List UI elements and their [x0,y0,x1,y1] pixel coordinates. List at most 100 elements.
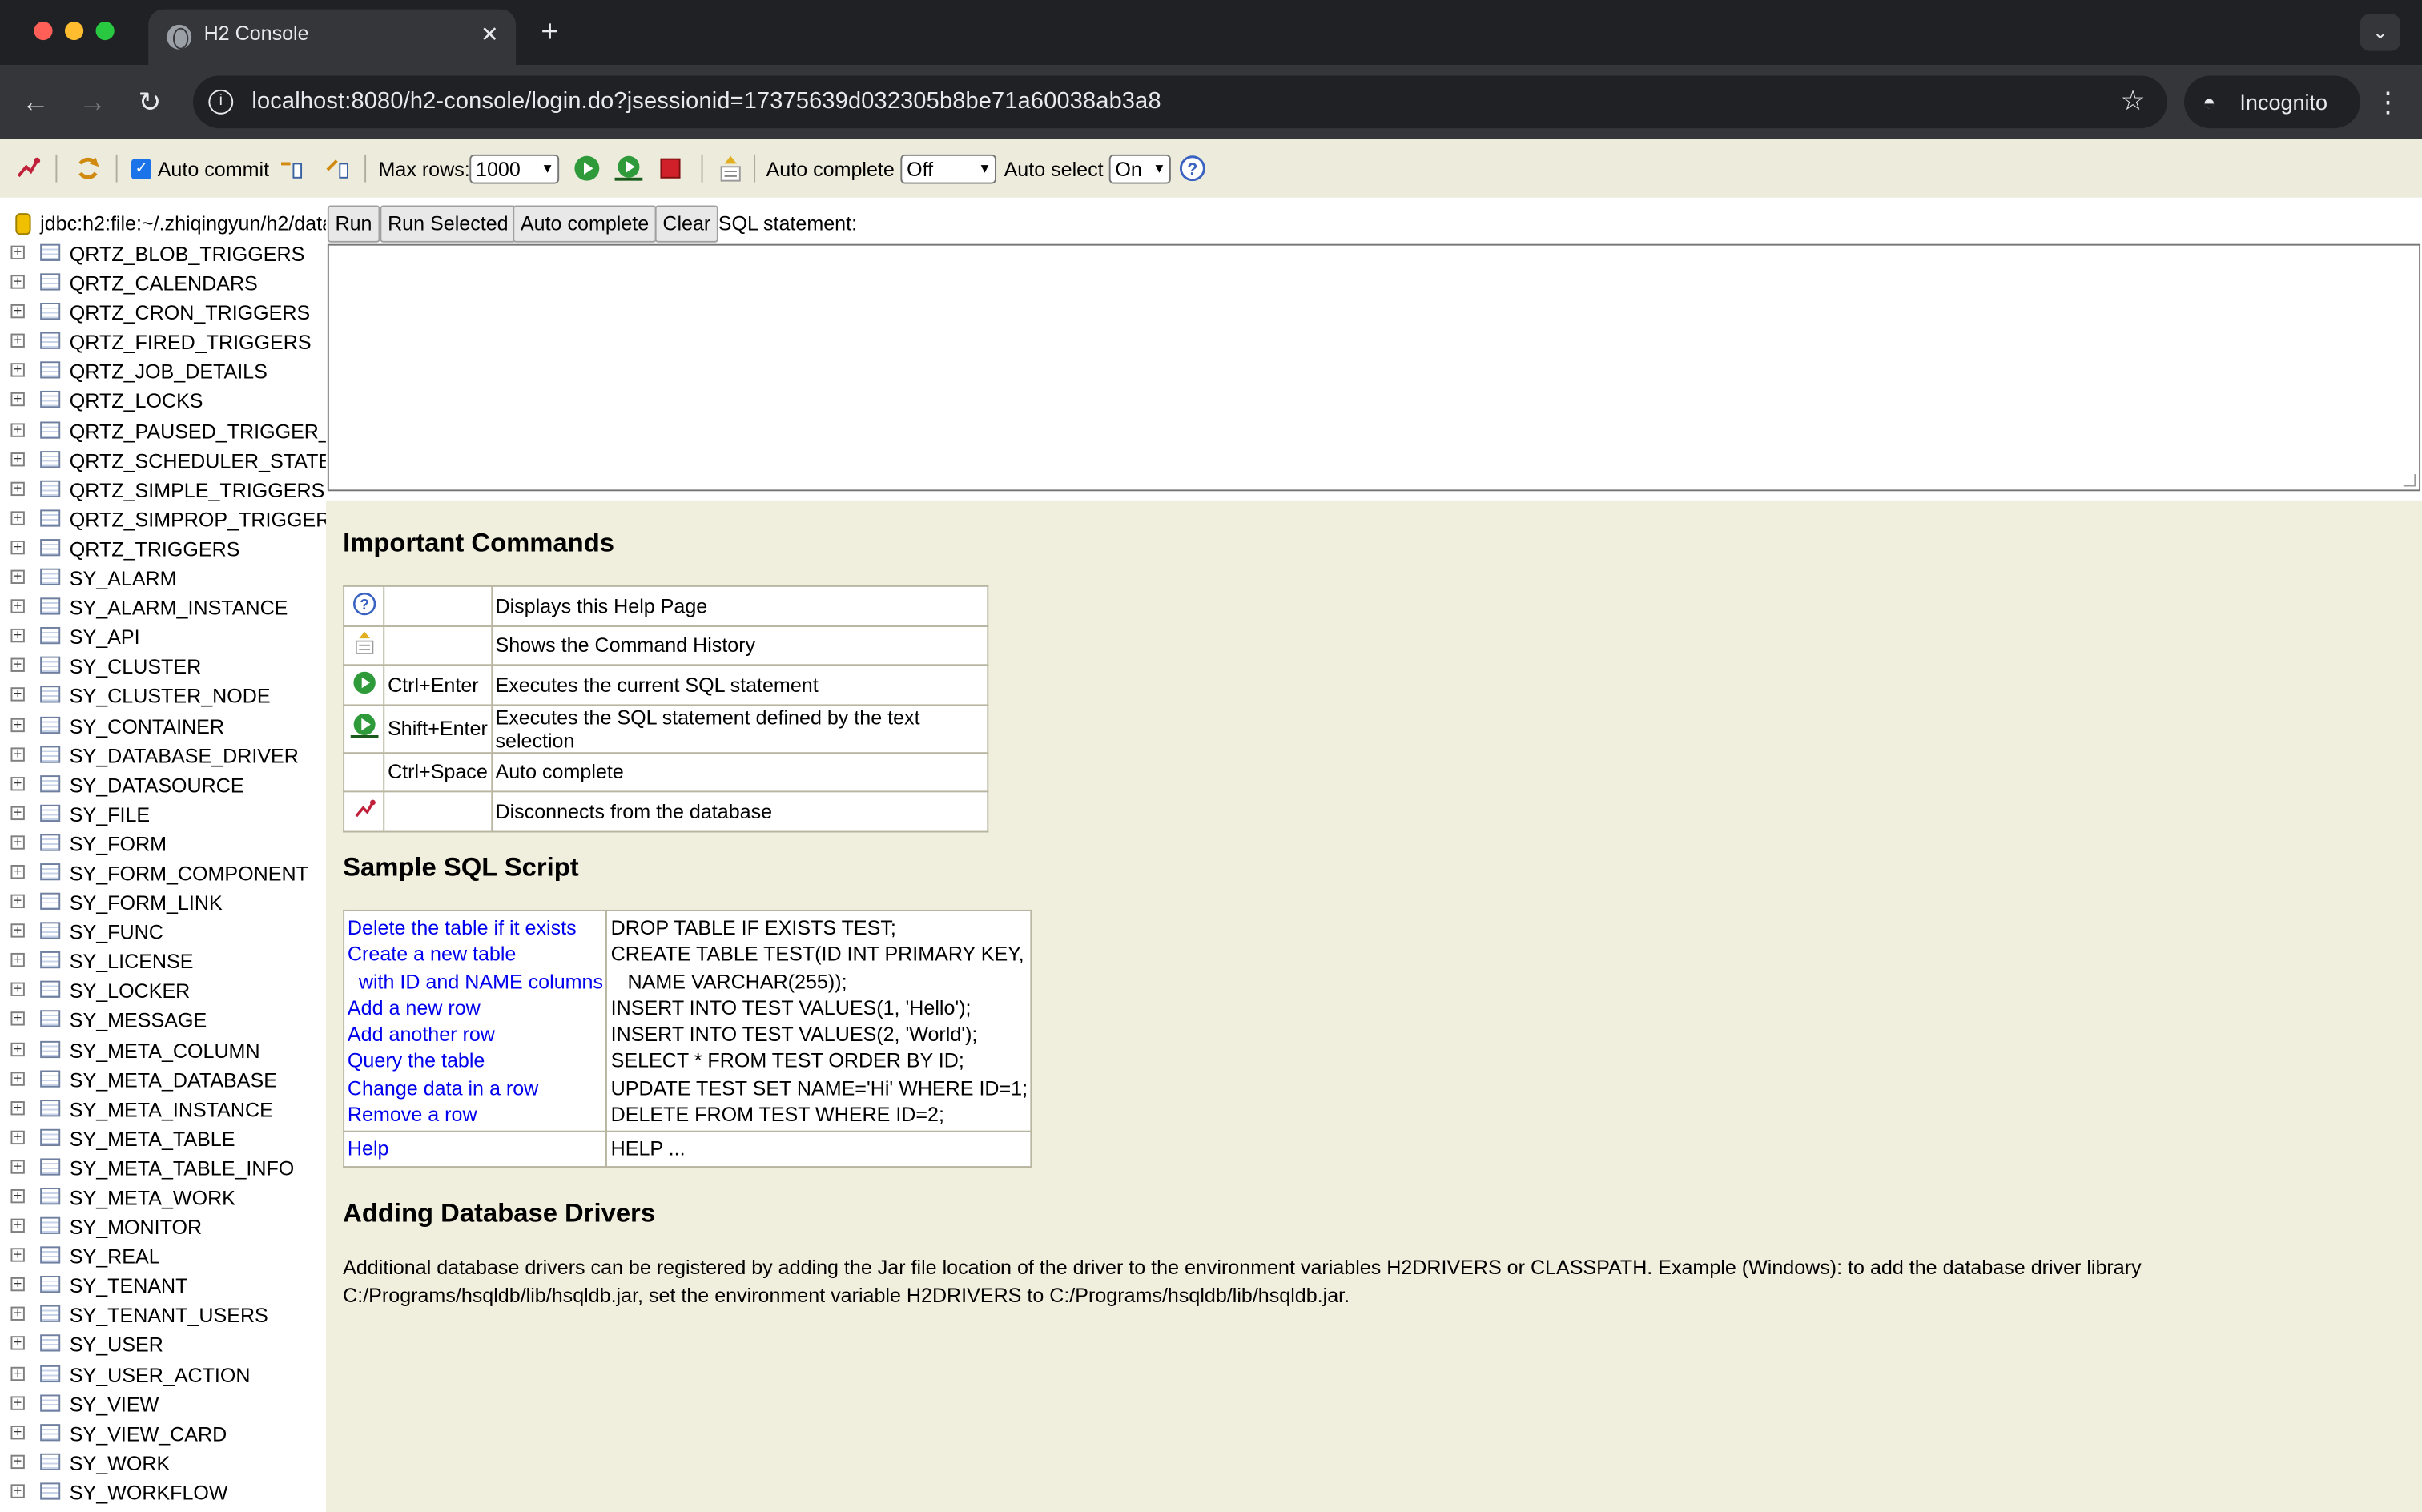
tree-table-item[interactable]: + SY_ALARM_INSTANCE [0,593,326,623]
help-icon[interactable]: ? [1178,155,1206,183]
window-minimize-button[interactable] [64,21,84,41]
tree-table-item[interactable]: + QRTZ_TRIGGERS [0,534,326,564]
expand-icon[interactable]: + [10,599,25,613]
expand-icon[interactable]: + [10,333,25,348]
expand-icon[interactable]: + [10,746,25,762]
sample-link[interactable]: Remove a row [348,1101,603,1128]
expand-icon[interactable]: + [10,1011,25,1027]
tab-search-button[interactable]: ⌄ [2360,14,2400,51]
url-text[interactable]: localhost:8080/h2-console/login.do?jsess… [251,88,1161,115]
browser-menu-button[interactable]: ⋮ [2372,83,2404,120]
close-tab-icon[interactable]: ✕ [476,20,504,48]
auto-commit-checkbox[interactable]: ✓ [131,159,151,179]
tree-table-item[interactable]: + SY_CLUSTER [0,652,326,682]
tree-connection[interactable]: jdbc:h2:file:~/.zhiqingyun/h2/data [0,210,326,239]
run-icon[interactable] [573,155,601,183]
expand-icon[interactable]: + [10,481,25,496]
bookmark-star-icon[interactable]: ☆ [2121,85,2146,117]
expand-icon[interactable]: + [10,304,25,319]
expand-icon[interactable]: + [10,657,25,673]
tree-table-item[interactable]: + SY_VIEW_CARD [0,1419,326,1449]
tree-table-item[interactable]: + QRTZ_LOCKS [0,387,326,416]
rollback-icon[interactable] [276,155,304,183]
expand-icon[interactable]: + [10,1100,25,1115]
expand-icon[interactable]: + [10,687,25,702]
tree-table-item[interactable]: + QRTZ_CALENDARS [0,269,326,299]
expand-icon[interactable]: + [10,451,25,466]
expand-icon[interactable]: + [10,1188,25,1204]
expand-icon[interactable]: + [10,1071,25,1086]
expand-icon[interactable]: + [10,510,25,525]
expand-icon[interactable]: + [10,1248,25,1263]
window-zoom-button[interactable] [95,21,115,41]
resize-grip-icon[interactable] [2403,474,2416,487]
auto-complete-button[interactable]: Auto complete [513,205,657,243]
expand-icon[interactable]: + [10,1218,25,1233]
tree-table-item[interactable]: + SY_CONTAINER [0,711,326,741]
tree-table-item[interactable]: + SY_META_WORK [0,1183,326,1212]
tree-table-item[interactable]: + SY_TENANT_USERS [0,1301,326,1331]
tree-table-item[interactable]: + SY_META_INSTANCE [0,1095,326,1124]
expand-icon[interactable]: + [10,717,25,732]
expand-icon[interactable]: + [10,1277,25,1292]
auto-complete-select[interactable]: Off ▾ [900,154,996,184]
disconnect-icon[interactable] [14,155,42,183]
expand-icon[interactable]: + [10,805,25,820]
expand-icon[interactable]: + [10,1454,25,1469]
tree-table-item[interactable]: + SY_DATASOURCE [0,770,326,800]
expand-icon[interactable]: + [10,1306,25,1321]
expand-icon[interactable]: + [10,1159,25,1174]
tree-table-item[interactable]: + QRTZ_PAUSED_TRIGGER_( [0,416,326,446]
run-button[interactable]: Run [327,205,380,243]
run-selected-button[interactable]: Run Selected [380,205,517,243]
expand-icon[interactable]: + [10,923,25,938]
tree-table-item[interactable]: + QRTZ_JOB_DETAILS [0,357,326,387]
tree-table-item[interactable]: + SY_VIEW [0,1389,326,1419]
expand-icon[interactable]: + [10,540,25,555]
forward-button[interactable]: → [74,83,111,120]
tree-table-item[interactable]: + QRTZ_CRON_TRIGGERS [0,299,326,328]
auto-select-select[interactable]: On ▾ [1108,154,1171,184]
expand-icon[interactable]: + [10,245,25,259]
tree-table-item[interactable]: + SY_MESSAGE [0,1006,326,1035]
expand-icon[interactable]: + [10,422,25,436]
tree-table-item[interactable]: + SY_FORM_LINK [0,888,326,918]
expand-icon[interactable]: + [10,569,25,585]
sample-link[interactable]: with ID and NAME columns [348,967,603,994]
tree-table-item[interactable]: + QRTZ_FIRED_TRIGGERS [0,328,326,357]
tree-table-item[interactable]: + SY_WORKFLOW [0,1478,326,1508]
max-rows-select[interactable]: 1000 ▾ [469,154,560,184]
expand-icon[interactable]: + [10,1336,25,1351]
expand-icon[interactable]: + [10,1483,25,1498]
run-selected-icon[interactable] [614,155,645,183]
back-button[interactable]: ← [17,83,54,120]
sample-link[interactable]: Query the table [348,1048,603,1075]
tree-table-item[interactable]: + SY_DATABASE_DRIVER [0,741,326,770]
sample-link[interactable]: Create a new table [348,941,603,967]
tree-table-item[interactable]: + SY_MONITOR [0,1212,326,1242]
expand-icon[interactable]: + [10,1395,25,1410]
tree-table-item[interactable]: + SY_META_DATABASE [0,1065,326,1095]
tree-table-item[interactable]: + SY_TENANT [0,1272,326,1301]
tree-table-item[interactable]: + SY_REAL [0,1242,326,1272]
refresh-icon[interactable] [74,155,103,183]
tree-table-item[interactable]: + SY_LICENSE [0,947,326,977]
tree-table-item[interactable]: + SY_FUNC [0,918,326,947]
commit-icon[interactable] [323,155,351,183]
tree-table-item[interactable]: + SY_META_TABLE [0,1124,326,1154]
history-icon[interactable] [717,155,745,183]
tree-table-item[interactable]: + QRTZ_BLOB_TRIGGERS [0,239,326,269]
tree-table-item[interactable]: + SY_ALARM [0,564,326,593]
sample-link[interactable]: Delete the table if it exists [348,915,603,941]
expand-icon[interactable]: + [10,952,25,967]
sample-link[interactable]: Change data in a row [348,1075,603,1101]
expand-icon[interactable]: + [10,864,25,879]
tree-table-item[interactable]: + SY_FILE [0,800,326,830]
expand-icon[interactable]: + [10,628,25,643]
expand-icon[interactable]: + [10,392,25,408]
window-close-button[interactable] [34,21,53,41]
expand-icon[interactable]: + [10,776,25,790]
expand-icon[interactable]: + [10,894,25,909]
expand-icon[interactable]: + [10,1365,25,1381]
browser-tab[interactable]: H2 Console ✕ [148,9,517,65]
